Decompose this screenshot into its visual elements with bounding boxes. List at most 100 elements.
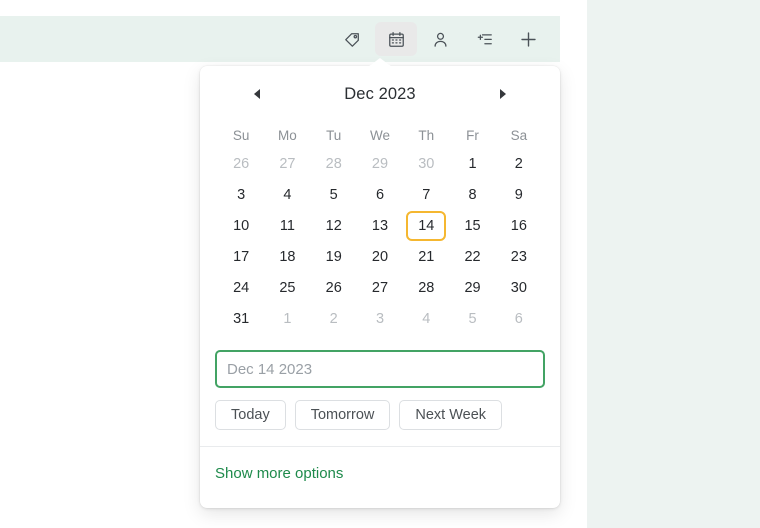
calendar-day[interactable]: 29 — [449, 272, 495, 303]
calendar-day[interactable]: 18 — [264, 241, 310, 272]
calendar-month-title: Dec 2023 — [344, 84, 416, 103]
day-number: 8 — [468, 186, 477, 203]
calendar-day[interactable]: 24 — [218, 272, 264, 303]
calendar-day[interactable]: 4 — [403, 303, 449, 334]
next-month-button[interactable] — [492, 83, 514, 105]
assign-person-button[interactable] — [419, 22, 461, 56]
quick-next-week-button[interactable]: Next Week — [399, 400, 503, 430]
calendar-week-row: 31 1 2 3 4 5 6 — [218, 303, 542, 334]
calendar-day[interactable]: 28 — [403, 272, 449, 303]
calendar-day[interactable]: 3 — [357, 303, 403, 334]
calendar-day[interactable]: 26 — [311, 272, 357, 303]
datepicker-popup: Dec 2023 Su Mo Tu We Th Fr Sa 26 27 28 29 30 1 2 3 4 5 6… — [200, 58, 560, 508]
calendar-day[interactable]: 21 — [403, 241, 449, 272]
day-number: 12 — [325, 217, 342, 234]
add-to-list-icon — [475, 30, 494, 49]
tag-icon — [343, 30, 362, 49]
calendar-week-row: 3 4 5 6 7 8 9 — [218, 179, 542, 210]
calendar-day[interactable]: 1 — [449, 148, 495, 179]
calendar-day[interactable]: 3 — [218, 179, 264, 210]
day-number: 15 — [464, 217, 481, 234]
calendar-day[interactable]: 26 — [218, 148, 264, 179]
calendar-header: Dec 2023 — [200, 66, 560, 122]
show-more-options-link[interactable]: Show more options — [215, 465, 343, 482]
day-number: 29 — [464, 279, 481, 296]
calendar-day[interactable]: 30 — [496, 272, 542, 303]
calendar-week-row: 10 11 12 13 14 15 16 — [218, 210, 542, 241]
day-number: 5 — [468, 310, 477, 327]
plus-icon — [518, 29, 539, 50]
weekday-label-mo: Mo — [278, 127, 297, 143]
calendar-day[interactable]: 22 — [449, 241, 495, 272]
day-number: 7 — [422, 186, 431, 203]
calendar-day[interactable]: 25 — [264, 272, 310, 303]
calendar-day[interactable]: 10 — [218, 210, 264, 241]
date-input-wrap — [200, 334, 560, 388]
calendar-day[interactable]: 7 — [403, 179, 449, 210]
chevron-left-icon — [254, 89, 260, 99]
day-number: 1 — [283, 310, 292, 327]
quick-today-button[interactable]: Today — [215, 400, 286, 430]
previous-month-button[interactable] — [246, 83, 268, 105]
calendar-day[interactable]: 12 — [311, 210, 357, 241]
date-input[interactable] — [215, 350, 545, 388]
day-number: 2 — [514, 155, 523, 172]
weekday-label-fr: Fr — [466, 127, 479, 143]
day-number: 21 — [418, 248, 435, 265]
weekday-label-th: Th — [418, 127, 435, 143]
chevron-right-icon — [500, 89, 506, 99]
quick-tomorrow-button[interactable]: Tomorrow — [294, 400, 391, 430]
day-number: 11 — [279, 217, 295, 234]
calendar-day[interactable]: 6 — [357, 179, 403, 210]
day-number: 10 — [233, 217, 250, 234]
day-number: 4 — [283, 186, 292, 203]
calendar-day[interactable]: 27 — [264, 148, 310, 179]
day-number: 27 — [279, 155, 296, 172]
calendar-day[interactable]: 19 — [311, 241, 357, 272]
calendar-day[interactable]: 30 — [403, 148, 449, 179]
calendar-day[interactable]: 2 — [496, 148, 542, 179]
tag-button[interactable] — [331, 22, 373, 56]
calendar-week-row: 24 25 26 27 28 29 30 — [218, 272, 542, 303]
calendar-day[interactable]: 5 — [449, 303, 495, 334]
day-number: 1 — [468, 155, 477, 172]
calendar-day[interactable]: 11 — [264, 210, 310, 241]
day-number: 26 — [325, 279, 342, 296]
calendar-day[interactable]: 5 — [311, 179, 357, 210]
calendar-day[interactable]: 6 — [496, 303, 542, 334]
day-number: 14 — [418, 217, 435, 234]
calendar-day[interactable]: 17 — [218, 241, 264, 272]
add-more-button[interactable] — [507, 22, 549, 56]
calendar-day[interactable]: 29 — [357, 148, 403, 179]
calendar-day[interactable]: 8 — [449, 179, 495, 210]
day-number: 29 — [371, 155, 389, 172]
calendar-day[interactable]: 23 — [496, 241, 542, 272]
calendar-day-selected[interactable]: 14 — [403, 210, 449, 241]
add-to-list-button[interactable] — [463, 22, 505, 56]
weekday-label-sa: Sa — [510, 127, 528, 143]
day-number: 6 — [375, 186, 385, 203]
calendar-day[interactable]: 1 — [264, 303, 310, 334]
weekday-header-row: Su Mo Tu We Th Fr Sa — [218, 122, 542, 148]
calendar-week-row: 26 27 28 29 30 1 2 — [218, 148, 542, 179]
calendar-button[interactable] — [375, 22, 417, 56]
day-number: 2 — [329, 310, 338, 327]
calendar-day[interactable]: 13 — [357, 210, 403, 241]
calendar-day[interactable]: 15 — [449, 210, 495, 241]
calendar-day[interactable]: 31 — [218, 303, 264, 334]
day-number: 18 — [279, 248, 296, 265]
calendar-icon — [387, 30, 406, 49]
screen: Dec 2023 Su Mo Tu We Th Fr Sa 26 27 28 29 30 1 2 3 4 5 6… — [0, 0, 760, 528]
calendar-day[interactable]: 20 — [357, 241, 403, 272]
calendar-day[interactable]: 2 — [311, 303, 357, 334]
calendar-day[interactable]: 16 — [496, 210, 542, 241]
day-number: 13 — [371, 217, 389, 234]
calendar-day[interactable]: 9 — [496, 179, 542, 210]
calendar-day[interactable]: 28 — [311, 148, 357, 179]
day-number: 31 — [233, 310, 250, 327]
calendar-day[interactable]: 4 — [264, 179, 310, 210]
calendar-day[interactable]: 27 — [357, 272, 403, 303]
calendar-weeks: 26 27 28 29 30 1 2 3 4 5 6 7 8 9 10 11 12 13 14 15 16 17 18 19 2… — [218, 148, 542, 334]
day-number: 3 — [237, 186, 246, 203]
day-number: 30 — [510, 279, 527, 296]
